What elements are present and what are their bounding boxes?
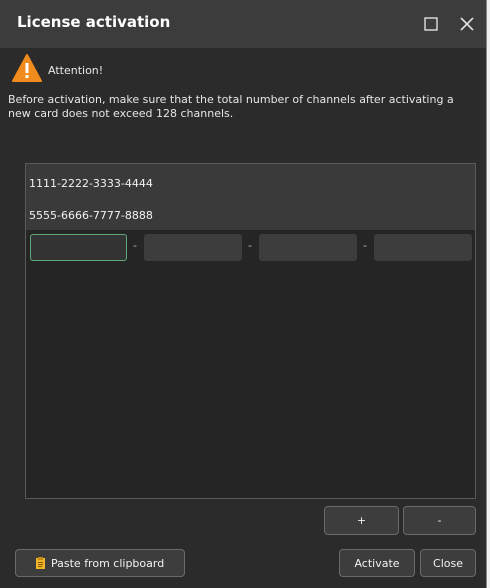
warning-label: Attention! [48, 64, 104, 77]
key-separator: - [133, 239, 137, 252]
key-segment-4-input[interactable] [374, 234, 472, 261]
license-key-list[interactable]: 1111-2222-3333-4444 5555-6666-7777-8888 … [25, 163, 476, 499]
license-activation-dialog: License activation Attention! Before act… [0, 0, 487, 588]
close-button[interactable]: Close [420, 549, 476, 577]
warning-header: Attention! [12, 53, 312, 87]
maximize-button[interactable] [416, 10, 446, 38]
paste-from-clipboard-button[interactable]: Paste from clipboard [15, 549, 185, 577]
key-separator: - [363, 239, 367, 252]
key-segment-3-input[interactable] [259, 234, 357, 261]
window-title: License activation [17, 13, 171, 31]
key-separator: - [248, 239, 252, 252]
license-key-item[interactable]: 1111-2222-3333-4444 [29, 177, 153, 190]
warning-message: Before activation, make sure that the to… [8, 93, 454, 120]
license-key-item[interactable]: 5555-6666-7777-8888 [29, 209, 153, 222]
close-label: Close [433, 556, 463, 570]
title-bar[interactable]: License activation [0, 0, 486, 48]
close-icon [460, 17, 474, 31]
maximize-icon [424, 17, 438, 31]
key-segment-2-input[interactable] [144, 234, 242, 261]
warning-icon [12, 54, 42, 82]
remove-key-label: - [437, 514, 442, 527]
add-key-label: + [356, 514, 367, 527]
add-key-button[interactable]: + [324, 506, 399, 535]
remove-key-button[interactable]: - [403, 506, 476, 535]
activate-button[interactable]: Activate [339, 549, 415, 577]
clipboard-icon [36, 557, 45, 569]
key-segment-1-input[interactable] [30, 234, 127, 261]
paste-label: Paste from clipboard [51, 556, 165, 570]
activate-label: Activate [354, 556, 400, 570]
close-window-button[interactable] [452, 10, 482, 38]
